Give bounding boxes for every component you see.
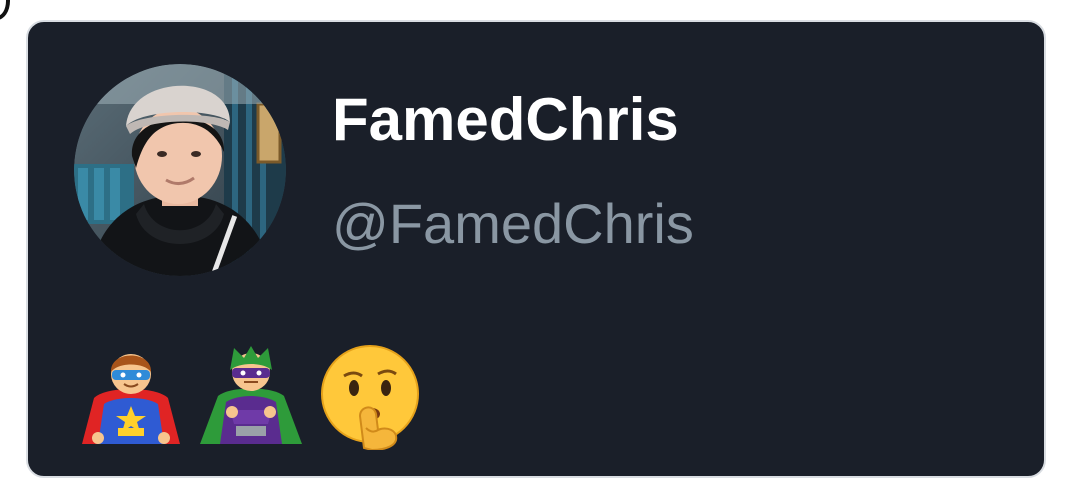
bio-emoji-row <box>76 334 424 450</box>
user-handle[interactable]: @FamedChris <box>332 192 694 256</box>
supervillain-man-icon <box>200 346 302 444</box>
avatar[interactable] <box>74 64 286 276</box>
shushing-face-icon <box>321 345 419 450</box>
profile-card[interactable]: FamedChris @FamedChris <box>26 20 1046 478</box>
edge-fragment <box>0 0 10 20</box>
superhero-man-icon <box>82 354 180 444</box>
display-name[interactable]: FamedChris <box>332 88 679 152</box>
